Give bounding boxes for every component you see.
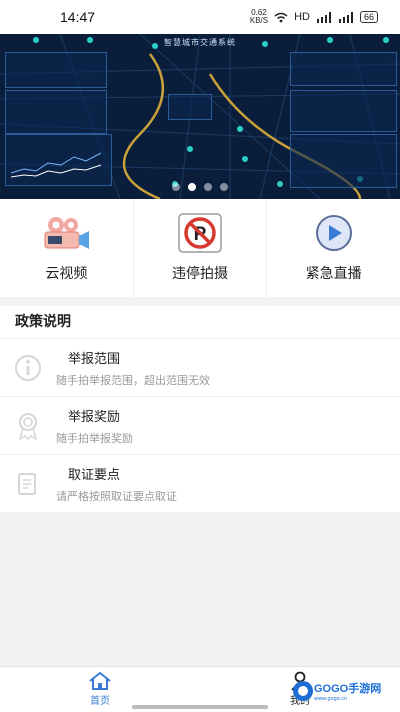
quick-action-live[interactable]: 紧急直播 xyxy=(267,199,400,297)
no-parking-icon: P xyxy=(175,213,225,253)
policy-item-subtitle: 随手拍举报范围，超出范围无效 xyxy=(56,373,210,387)
stats-panel-left-top xyxy=(5,52,107,88)
tab-label: 首页 xyxy=(90,696,110,707)
quick-action-cloud-video[interactable]: 云视频 xyxy=(0,199,134,297)
quick-actions: 云视频 P 违停拍摄 紧急直播 xyxy=(0,199,400,297)
signal-icon xyxy=(316,11,331,23)
battery-icon: 66 xyxy=(359,11,378,23)
status-bar: 14:47 0.62 KB/S HD 66 xyxy=(0,0,400,34)
quick-action-label: 紧急直播 xyxy=(305,266,362,282)
home-icon xyxy=(89,671,111,690)
policy-item-scope[interactable]: 举报范围 随手拍举报范围，超出范围无效 xyxy=(0,339,400,397)
stats-panel-left-mid xyxy=(5,90,107,134)
play-icon xyxy=(309,213,359,253)
banner-title: 智慧城市交通系统 xyxy=(164,38,236,47)
wifi-icon xyxy=(274,12,288,22)
status-time: 14:47 xyxy=(60,9,96,25)
policy-item-title: 举报范围 xyxy=(68,351,121,367)
status-icons: 0.62 KB/S HD 66 xyxy=(250,9,378,25)
document-icon xyxy=(0,471,56,497)
banner-carousel[interactable]: 智慧城市交通系统 xyxy=(0,34,400,199)
tab-home[interactable]: 首页 xyxy=(70,671,130,707)
carousel-dot-active[interactable] xyxy=(188,183,196,191)
policy-title: 政策说明 xyxy=(0,306,400,339)
stats-panel-center xyxy=(168,94,212,120)
policy-item-reward[interactable]: 举报奖励 随手拍举报奖励 xyxy=(0,397,400,455)
policy-item-subtitle: 随手拍举报奖励 xyxy=(56,431,133,445)
watermark-text: GOGO手游网 xyxy=(314,683,382,695)
policy-item-title: 举报奖励 xyxy=(68,409,121,425)
stats-panel-right-top xyxy=(290,52,397,86)
policy-item-title: 取证要点 xyxy=(68,467,121,483)
info-icon xyxy=(0,354,56,382)
video-camera-icon xyxy=(41,213,91,253)
net-speed: 0.62 KB/S xyxy=(249,8,269,25)
award-icon xyxy=(0,411,56,441)
carousel-dot[interactable] xyxy=(220,183,228,191)
stats-panel-left-bottom xyxy=(5,134,112,186)
signal-icon-2 xyxy=(338,11,353,23)
quick-action-illegal-parking[interactable]: P 违停拍摄 xyxy=(134,199,268,297)
carousel-dot[interactable] xyxy=(204,183,212,191)
carousel-dot[interactable] xyxy=(172,183,180,191)
watermark-subtext: www.gogo.cn xyxy=(314,696,348,702)
policy-section: 政策说明 举报范围 随手拍举报范围，超出范围无效 举报奖励 随手拍举报奖励 取证… xyxy=(0,306,400,513)
policy-item-evidence[interactable]: 取证要点 请严格按照取证要点取证 xyxy=(0,455,400,513)
line-chart-graphic xyxy=(10,152,102,178)
home-indicator xyxy=(132,705,268,709)
quick-action-label: 云视频 xyxy=(45,266,88,282)
stats-panel-right-mid xyxy=(290,90,397,132)
stats-panel-right-bottom xyxy=(290,134,397,188)
hd-badge: HD xyxy=(294,11,310,23)
watermark-logo: GOGO手游网 www.gogo.cn xyxy=(292,680,381,702)
carousel-dots[interactable] xyxy=(0,183,400,191)
gogo-logo-icon xyxy=(293,681,313,701)
quick-action-label: 违停拍摄 xyxy=(172,266,228,282)
policy-item-subtitle: 请严格按照取证要点取证 xyxy=(56,489,177,503)
